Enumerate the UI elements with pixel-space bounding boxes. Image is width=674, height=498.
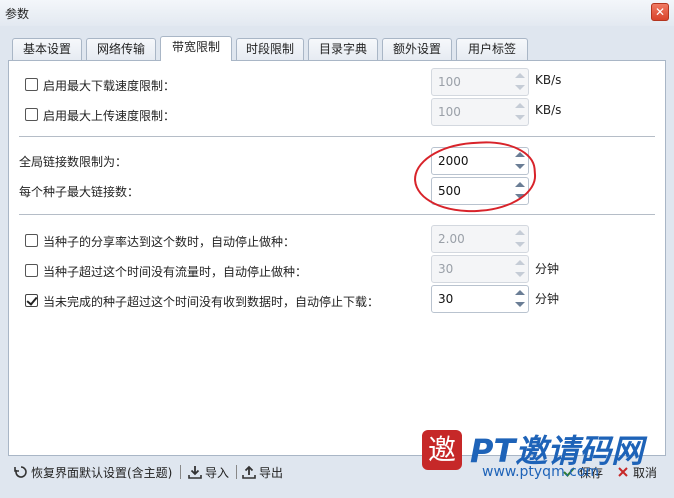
download-limit-spinbox[interactable]: 100	[431, 68, 529, 96]
window-title: 参数	[5, 7, 30, 21]
no-traffic-value: 30	[438, 262, 454, 276]
download-limit-value: 100	[438, 75, 461, 89]
footer-divider	[180, 465, 181, 479]
spinner-arrows-icon[interactable]	[514, 101, 526, 123]
footer-divider	[236, 465, 237, 479]
export-button[interactable]: 导出	[242, 464, 283, 481]
import-icon	[188, 466, 202, 479]
divider	[19, 214, 655, 215]
spinner-arrows-icon[interactable]	[514, 228, 526, 250]
download-limit-label: 启用最大下载速度限制：	[43, 79, 176, 93]
no-data-row: 当未完成的种子超过这个时间没有收到数据时，自动停止下载：	[9, 289, 659, 313]
bandwidth-settings-panel: 启用最大下载速度限制： 100 KB/s 启用最大上传速度限制： 100 KB/…	[8, 60, 666, 456]
spinner-arrows-icon[interactable]	[514, 288, 526, 310]
tab-user-tags[interactable]: 用户标签	[456, 38, 528, 60]
no-data-unit: 分钟	[535, 292, 560, 306]
divider	[19, 136, 655, 137]
no-data-value: 30	[438, 292, 454, 306]
tab-network-transfer[interactable]: 网络传输	[86, 38, 156, 60]
watermark-url: www.ptyqm.com	[482, 464, 600, 480]
no-traffic-spinbox[interactable]: 30	[431, 255, 529, 283]
no-traffic-unit: 分钟	[535, 262, 560, 276]
reset-defaults-button[interactable]: 恢复界面默认设置(含主题)	[14, 464, 172, 481]
tab-extra-settings[interactable]: 额外设置	[382, 38, 452, 60]
spinner-arrows-icon[interactable]	[514, 71, 526, 93]
download-limit-unit: KB/s	[535, 73, 562, 87]
share-ratio-label: 当种子的分享率达到这个数时，自动停止做种：	[43, 235, 296, 249]
per-torrent-connections-label: 每个种子最大链接数：	[19, 185, 140, 199]
no-data-spinbox[interactable]: 30	[431, 285, 529, 313]
download-limit-checkbox[interactable]	[25, 78, 38, 91]
watermark-logo: 邀	[422, 430, 462, 470]
upload-limit-checkbox[interactable]	[25, 108, 38, 121]
close-button[interactable]: ✕	[651, 3, 669, 21]
tab-directory-dictionary[interactable]: 目录字典	[308, 38, 378, 60]
share-ratio-checkbox[interactable]	[25, 234, 38, 247]
spinner-arrows-icon[interactable]	[514, 258, 526, 280]
upload-limit-label: 启用最大上传速度限制：	[43, 109, 176, 123]
export-icon	[242, 465, 256, 479]
no-traffic-row: 当种子超过这个时间没有流量时，自动停止做种：	[9, 259, 659, 283]
watermark: 邀 PT邀请码网 www.ptyqm.com	[420, 426, 670, 486]
share-ratio-row: 当种子的分享率达到这个数时，自动停止做种：	[9, 229, 659, 253]
close-icon: ✕	[654, 5, 666, 19]
share-ratio-value: 2.00	[438, 232, 465, 246]
upload-limit-row: 启用最大上传速度限制：	[9, 103, 659, 127]
tab-basic-settings[interactable]: 基本设置	[12, 38, 82, 60]
upload-limit-spinbox[interactable]: 100	[431, 98, 529, 126]
reset-icon	[14, 466, 27, 478]
tab-bandwidth-limit[interactable]: 带宽限制	[160, 36, 232, 61]
no-data-checkbox[interactable]	[25, 294, 38, 307]
no-traffic-checkbox[interactable]	[25, 264, 38, 277]
title-bar: 参数 ✕	[0, 0, 674, 26]
upload-limit-value: 100	[438, 105, 461, 119]
import-button[interactable]: 导入	[188, 464, 229, 481]
global-connections-label: 全局链接数限制为：	[19, 155, 128, 169]
download-limit-row: 启用最大下载速度限制：	[9, 73, 659, 97]
upload-limit-unit: KB/s	[535, 103, 562, 117]
no-traffic-label: 当种子超过这个时间没有流量时，自动停止做种：	[43, 265, 308, 279]
tab-schedule-limit[interactable]: 时段限制	[236, 38, 304, 60]
no-data-label: 当未完成的种子超过这个时间没有收到数据时，自动停止下载：	[43, 295, 380, 309]
share-ratio-spinbox[interactable]: 2.00	[431, 225, 529, 253]
